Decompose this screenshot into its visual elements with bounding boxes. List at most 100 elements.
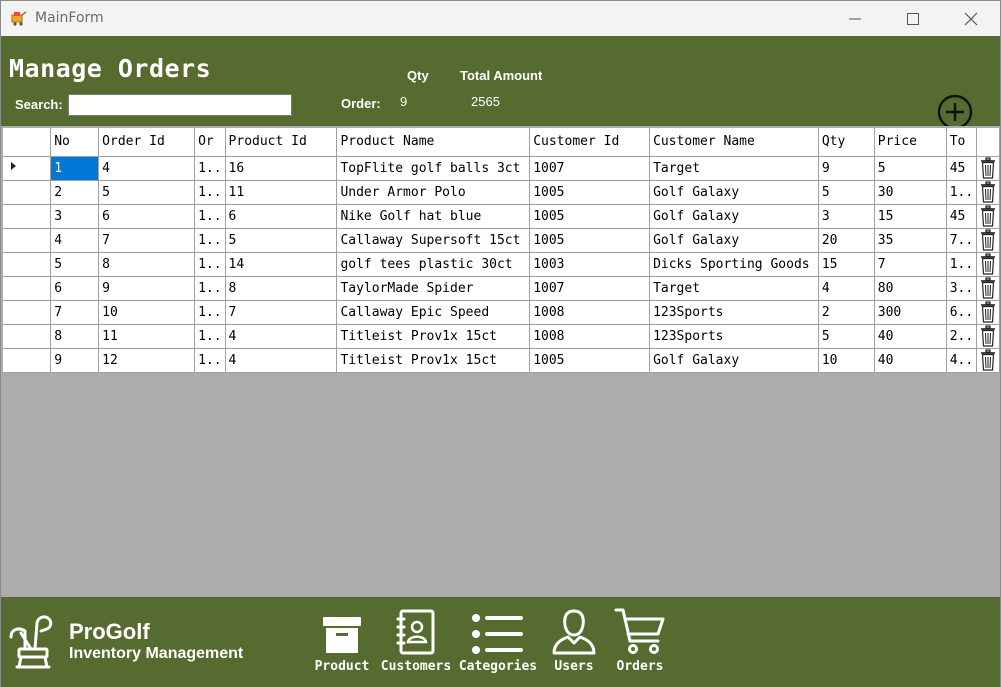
grid-cell[interactable]: 9	[98, 276, 196, 301]
grid-cell[interactable]: Golf Galaxy	[649, 228, 819, 253]
grid-cell[interactable]: 1..	[194, 156, 226, 181]
table-row[interactable]: 1 4 1.. 16 TopFlite golf balls 3ct 1007 Target…	[3, 156, 1000, 181]
grid-cell[interactable]: 16	[225, 156, 338, 181]
grid-cell[interactable]: 1..	[946, 180, 978, 205]
row-header[interactable]	[3, 228, 52, 253]
grid-cell[interactable]: 11	[98, 324, 196, 349]
delete-button[interactable]	[976, 300, 1000, 325]
grid-cell[interactable]: Golf Galaxy	[649, 180, 819, 205]
grid-cell[interactable]: 5	[225, 228, 338, 253]
row-header[interactable]	[3, 180, 52, 205]
grid-cell[interactable]: 123Sports	[649, 324, 819, 349]
grid-cell[interactable]: 40	[874, 324, 947, 349]
grid-cell[interactable]: 300	[874, 300, 947, 325]
grid-cell[interactable]: 15	[818, 252, 875, 277]
grid-cell[interactable]: 1..	[194, 204, 226, 229]
grid-cell[interactable]: 6	[98, 204, 196, 229]
grid-cell[interactable]: 1005	[529, 180, 651, 205]
grid-cell[interactable]: 1..	[946, 252, 978, 277]
column-header[interactable]: Or	[194, 128, 226, 157]
grid-cell[interactable]: Under Armor Polo	[336, 180, 531, 205]
grid-cell[interactable]: 35	[874, 228, 947, 253]
nav-users[interactable]: Users	[550, 607, 598, 674]
grid-cell[interactable]: 4	[98, 156, 196, 181]
grid-cell[interactable]: 11	[225, 180, 338, 205]
grid-cell[interactable]: 80	[874, 276, 947, 301]
column-header[interactable]: No	[50, 128, 100, 157]
column-header[interactable]: To	[946, 128, 978, 157]
grid-cell[interactable]: Nike Golf hat blue	[336, 204, 531, 229]
row-header[interactable]	[3, 300, 52, 325]
grid-cell[interactable]: 1008	[529, 324, 651, 349]
grid-cell[interactable]: 9	[50, 348, 100, 373]
grid-cell[interactable]: 1008	[529, 300, 651, 325]
minimize-button[interactable]	[826, 1, 884, 36]
grid-cell[interactable]: 4	[818, 276, 875, 301]
grid-cell[interactable]: 40	[874, 348, 947, 373]
grid-cell[interactable]: 1..	[194, 324, 226, 349]
delete-button[interactable]	[976, 180, 1000, 205]
delete-button[interactable]	[976, 204, 1000, 229]
add-order-button[interactable]	[937, 94, 973, 130]
table-row[interactable]: 7 10 1.. 7 Callaway Epic Speed 1008 123Sports 2…	[3, 300, 1000, 325]
grid-cell[interactable]: Callaway Epic Speed	[336, 300, 531, 325]
column-header[interactable]: Qty	[818, 128, 875, 157]
grid-cell[interactable]: 7	[50, 300, 100, 325]
column-header[interactable]: Customer Name	[649, 128, 819, 157]
grid-cell[interactable]: Callaway Supersoft 15ct	[336, 228, 531, 253]
nav-orders[interactable]: Orders	[610, 607, 670, 674]
row-header[interactable]	[3, 324, 52, 349]
column-header[interactable]: Product Id	[225, 128, 338, 157]
column-header[interactable]: Customer Id	[529, 128, 651, 157]
grid-cell[interactable]: TopFlite golf balls 3ct	[336, 156, 531, 181]
grid-cell[interactable]: 4	[225, 348, 338, 373]
grid-cell[interactable]: Golf Galaxy	[649, 348, 819, 373]
table-row[interactable]: 9 12 1.. 4 Titleist Prov1x 15ct 1005 Golf Gala…	[3, 348, 1000, 373]
row-header[interactable]	[3, 348, 52, 373]
grid-cell[interactable]: 5	[818, 324, 875, 349]
grid-cell[interactable]: 45	[946, 156, 978, 181]
table-row[interactable]: 2 5 1.. 11 Under Armor Polo 1005 Golf Galaxy 5 3…	[3, 180, 1000, 205]
grid-cell[interactable]: 2	[50, 180, 100, 205]
grid-cell[interactable]: 3	[50, 204, 100, 229]
grid-cell[interactable]: Dicks Sporting Goods	[649, 252, 819, 277]
column-header[interactable]: Price	[874, 128, 947, 157]
nav-categories[interactable]: Categories	[458, 607, 538, 674]
delete-button[interactable]	[976, 348, 1000, 373]
maximize-button[interactable]	[884, 1, 942, 36]
grid-cell[interactable]: Golf Galaxy	[649, 204, 819, 229]
grid-cell[interactable]: 45	[946, 204, 978, 229]
grid-cell[interactable]: 7	[98, 228, 196, 253]
grid-cell[interactable]: 8	[98, 252, 196, 277]
grid-cell[interactable]: 1	[50, 156, 100, 181]
grid-cell[interactable]: 5	[818, 180, 875, 205]
grid-cell[interactable]: 1..	[194, 252, 226, 277]
delete-button[interactable]	[976, 276, 1000, 301]
delete-button[interactable]	[976, 324, 1000, 349]
close-button[interactable]	[942, 1, 1000, 36]
grid-cell[interactable]: 1..	[194, 180, 226, 205]
grid-cell[interactable]: 30	[874, 180, 947, 205]
grid-cell[interactable]: 10	[98, 300, 196, 325]
grid-cell[interactable]: 1..	[194, 300, 226, 325]
grid-cell[interactable]: 123Sports	[649, 300, 819, 325]
delete-button[interactable]	[976, 252, 1000, 277]
grid-cell[interactable]: 7..	[946, 228, 978, 253]
grid-cell[interactable]: 1..	[194, 228, 226, 253]
grid-cell[interactable]: 2..	[946, 324, 978, 349]
grid-cell[interactable]: 1..	[194, 276, 226, 301]
grid-cell[interactable]: 9	[818, 156, 875, 181]
grid-cell[interactable]: 1005	[529, 228, 651, 253]
grid-cell[interactable]: 1007	[529, 276, 651, 301]
grid-cell[interactable]: 20	[818, 228, 875, 253]
grid-cell[interactable]: 8	[50, 324, 100, 349]
grid-cell[interactable]: 15	[874, 204, 947, 229]
grid-cell[interactable]: 1005	[529, 204, 651, 229]
grid-cell[interactable]: 5	[50, 252, 100, 277]
grid-cell[interactable]: TaylorMade Spider	[336, 276, 531, 301]
table-row[interactable]: 3 6 1.. 6 Nike Golf hat blue 1005 Golf Galaxy 3…	[3, 204, 1000, 229]
grid-cell[interactable]: golf tees plastic 30ct	[336, 252, 531, 277]
table-row[interactable]: 5 8 1.. 14 golf tees plastic 30ct 1003 Dicks S…	[3, 252, 1000, 277]
grid-cell[interactable]: 12	[98, 348, 196, 373]
grid-cell[interactable]: 6..	[946, 300, 978, 325]
